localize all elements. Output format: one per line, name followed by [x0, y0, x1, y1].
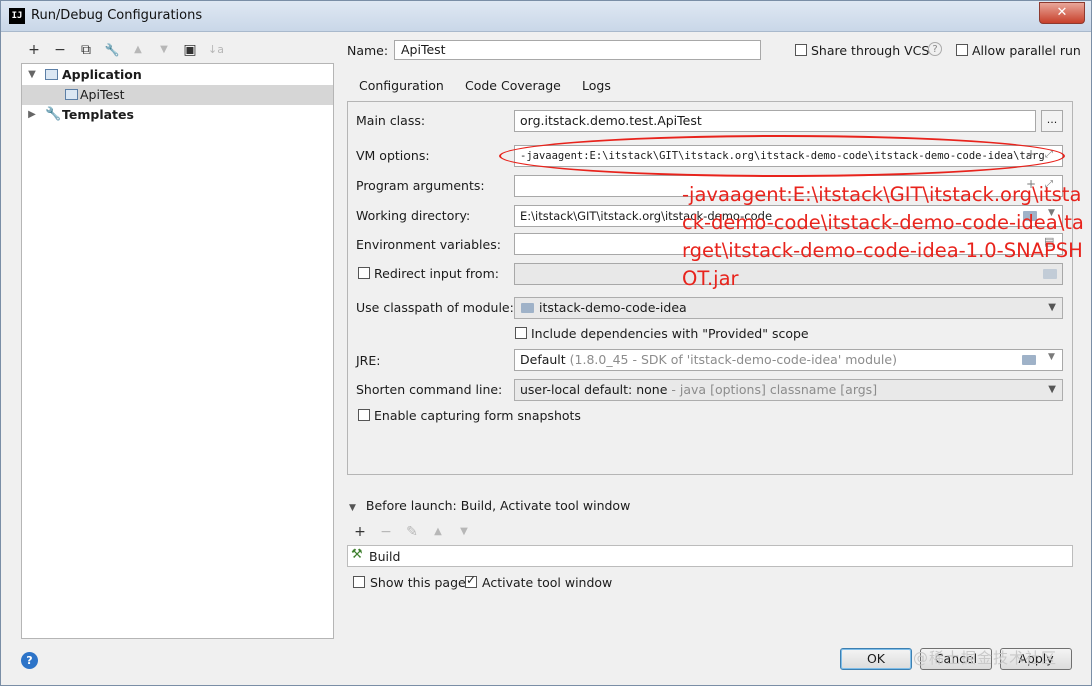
before-launch-list: ⚒ Build — [347, 545, 1073, 567]
main-class-label: Main class: — [356, 113, 426, 128]
shorten-value: user-local default: none — [520, 382, 668, 397]
help-button[interactable]: ? — [21, 652, 38, 669]
add-task-icon[interactable]: + — [349, 521, 371, 543]
tree-node-label: Application — [62, 67, 142, 82]
share-vcs-label: Share through VCS — [811, 43, 930, 58]
share-vcs-checkbox[interactable] — [795, 44, 807, 56]
chevron-down-icon: ▼ — [1048, 302, 1056, 313]
move-up-icon[interactable]: ▲ — [427, 521, 449, 543]
jre-input[interactable]: Default (1.8.0_45 - SDK of 'itstack-demo… — [514, 349, 1063, 371]
include-provided-label: Include dependencies with "Provided" sco… — [531, 326, 809, 341]
shorten-command-line-select[interactable]: user-local default: none - java [options… — [514, 379, 1063, 401]
classpath-module-value: itstack-demo-code-idea — [539, 300, 687, 315]
include-provided-checkbox[interactable] — [515, 327, 527, 339]
window-title: Run/Debug Configurations — [31, 8, 203, 23]
move-up-icon[interactable]: ▲ — [127, 39, 149, 61]
chevron-right-icon[interactable]: ▶ — [26, 105, 38, 125]
insert-macro-plus-icon[interactable]: + — [1026, 147, 1036, 161]
configurations-tree: ▼ Application ApiTest ▶ 🔧 Templates — [21, 63, 334, 639]
jre-detail: (1.8.0_45 - SDK of 'itstack-demo-code-id… — [569, 352, 897, 367]
tab-logs[interactable]: Logs — [570, 73, 623, 101]
expand-field-icon[interactable]: ⤢ — [1045, 149, 1053, 160]
remove-configuration-icon[interactable]: − — [49, 39, 71, 61]
add-configuration-icon[interactable]: + — [23, 39, 45, 61]
watermark-text: @稀土掘金技术社区 — [913, 649, 1058, 667]
allow-parallel-checkbox[interactable] — [956, 44, 968, 56]
sort-configurations-icon[interactable]: ↓a — [205, 39, 227, 61]
folder-icon[interactable] — [1022, 355, 1036, 365]
move-down-icon[interactable]: ▼ — [153, 39, 175, 61]
application-config-icon — [65, 89, 78, 100]
wrench-icon: 🔧 — [45, 107, 62, 122]
chevron-down-icon[interactable]: ▼ — [1048, 352, 1055, 362]
redirect-input-checkbox[interactable] — [358, 267, 370, 279]
form-snapshots-checkbox[interactable] — [358, 409, 370, 421]
application-config-icon — [45, 69, 58, 80]
task-label: Build — [369, 549, 401, 564]
tree-node-application[interactable]: ▼ Application — [22, 65, 333, 85]
chevron-down-icon: ▼ — [349, 503, 356, 513]
form-snapshots-label: Enable capturing form snapshots — [374, 408, 581, 423]
tree-node-templates[interactable]: ▶ 🔧 Templates — [22, 105, 333, 125]
jre-label: JRE: — [356, 353, 381, 368]
tree-node-apitest[interactable]: ApiTest — [22, 85, 333, 105]
chevron-down-icon: ▼ — [1048, 384, 1056, 395]
vm-options-label: VM options: — [356, 148, 430, 163]
tab-configuration[interactable]: Configuration — [347, 73, 456, 104]
edit-defaults-wrench-icon[interactable]: 🔧 — [101, 39, 123, 61]
name-label: Name: — [347, 43, 389, 58]
activate-tool-window-checkbox[interactable] — [465, 573, 477, 588]
run-debug-configurations-dialog: IJ Run/Debug Configurations ✕ + − ⧉ 🔧 ▲ … — [0, 0, 1092, 686]
classpath-module-select[interactable]: itstack-demo-code-idea ▼ — [514, 297, 1063, 319]
tree-node-label: ApiTest — [80, 87, 125, 102]
help-circle-icon[interactable]: ? — [928, 42, 942, 56]
edit-task-icon[interactable]: ✎ — [401, 521, 423, 543]
shorten-command-line-label: Shorten command line: — [356, 382, 503, 397]
working-directory-label: Working directory: — [356, 208, 471, 223]
remove-task-icon[interactable]: − — [375, 521, 397, 543]
main-class-input[interactable]: org.itstack.demo.test.ApiTest — [514, 110, 1036, 132]
redirect-input-label: Redirect input from: — [374, 266, 499, 281]
show-page-label: Show this page — [370, 575, 466, 590]
chevron-down-icon[interactable]: ▼ — [26, 65, 38, 85]
intellij-app-icon: IJ — [9, 8, 25, 24]
module-folder-icon — [521, 303, 534, 313]
classpath-module-label: Use classpath of module: — [356, 300, 514, 315]
move-to-folder-icon[interactable]: ▣ — [179, 39, 201, 61]
hammer-icon: ⚒ — [351, 547, 363, 562]
close-window-button[interactable]: ✕ — [1039, 2, 1085, 24]
environment-variables-label: Environment variables: — [356, 237, 501, 252]
move-down-icon[interactable]: ▼ — [453, 521, 475, 543]
browse-main-class-button[interactable]: ... — [1041, 110, 1063, 132]
tree-node-label: Templates — [62, 107, 134, 122]
activate-tool-window-label: Activate tool window — [482, 575, 613, 590]
list-item[interactable]: ⚒ Build — [348, 546, 1072, 566]
title-bar: IJ Run/Debug Configurations ✕ — [1, 1, 1091, 32]
name-input[interactable]: ApiTest — [394, 40, 761, 60]
copy-configuration-icon[interactable]: ⧉ — [75, 39, 97, 61]
allow-parallel-label: Allow parallel run — [972, 43, 1081, 58]
before-launch-title: Before launch: Build, Activate tool wind… — [365, 498, 631, 513]
jre-value: Default — [520, 352, 566, 367]
before-launch-header[interactable]: ▼ Before launch: Build, Activate tool wi… — [349, 498, 630, 513]
ok-button[interactable]: OK — [840, 648, 912, 670]
show-page-checkbox[interactable] — [353, 576, 365, 588]
shorten-detail: - java [options] classname [args] — [671, 382, 878, 397]
annotation-text: -javaagent:E:\itstack\GIT\itstack.org\it… — [682, 183, 1084, 290]
tab-code-coverage[interactable]: Code Coverage — [453, 73, 573, 101]
program-arguments-label: Program arguments: — [356, 178, 485, 193]
vm-options-input[interactable]: -javaagent:E:\itstack\GIT\itstack.org\it… — [514, 145, 1063, 167]
